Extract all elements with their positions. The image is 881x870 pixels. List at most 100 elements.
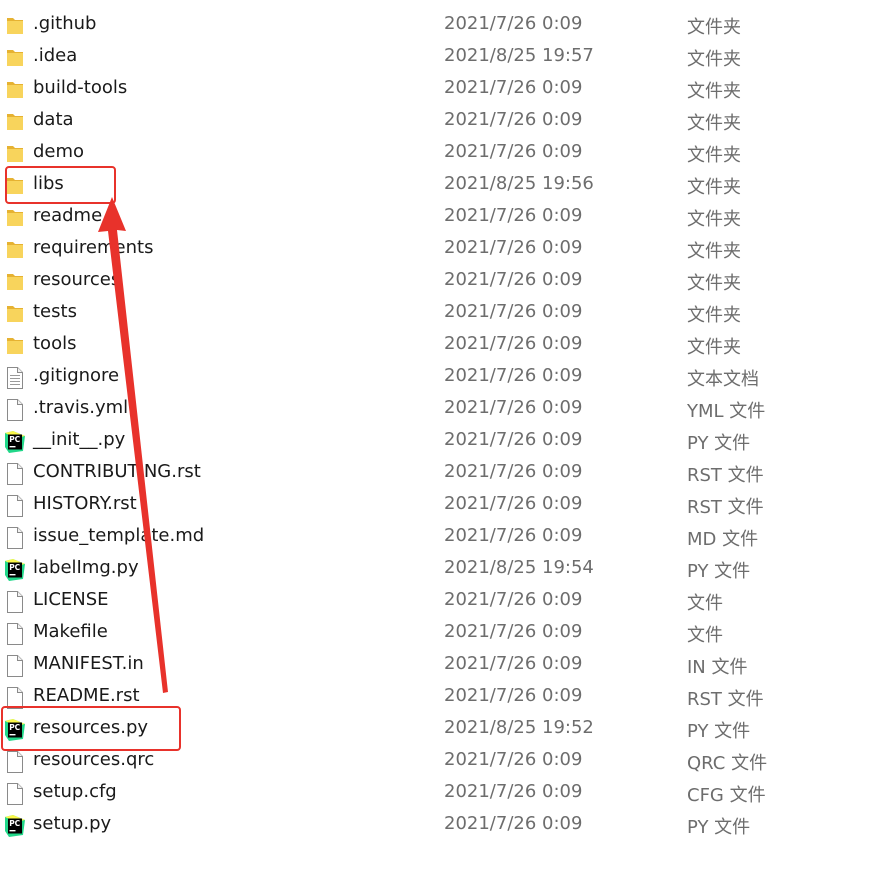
file-row-init-py[interactable]: PC __init__.py 2021/7/26 0:09 PY 文件 [0, 425, 881, 457]
file-name: demo [33, 141, 85, 162]
file-icon [5, 783, 25, 805]
file-row-manifest-in[interactable]: MANIFEST.in 2021/7/26 0:09 IN 文件 [0, 649, 881, 681]
file-name: LICENSE [33, 589, 109, 610]
file-name: HISTORY.rst [33, 493, 137, 514]
file-row-build-tools[interactable]: build-tools 2021/7/26 0:09 文件夹 [0, 73, 881, 105]
file-type: PY 文件 [687, 817, 751, 838]
file-modified-date: 2021/7/26 0:09 [444, 493, 583, 514]
svg-text:PC: PC [9, 435, 20, 444]
file-row-makefile[interactable]: Makefile 2021/7/26 0:09 文件 [0, 617, 881, 649]
file-row-tools[interactable]: tools 2021/7/26 0:09 文件夹 [0, 329, 881, 361]
file-modified-date: 2021/7/26 0:09 [444, 429, 583, 450]
file-type: 文件夹 [687, 49, 741, 70]
file-type: 文件夹 [687, 113, 741, 134]
pycharm-file-icon: PC [5, 559, 25, 581]
file-row-readme[interactable]: readme 2021/7/26 0:09 文件夹 [0, 201, 881, 233]
folder-icon [5, 15, 25, 37]
file-name: resources.qrc [33, 749, 155, 770]
folder-icon [5, 303, 25, 325]
file-row-idea[interactable]: .idea 2021/8/25 19:57 文件夹 [0, 41, 881, 73]
folder-icon [5, 271, 25, 293]
pycharm-file-icon: PC [5, 815, 25, 837]
file-name: tools [33, 333, 77, 354]
file-type: PY 文件 [687, 721, 751, 742]
file-name: README.rst [33, 685, 140, 706]
file-row-history-rst[interactable]: HISTORY.rst 2021/7/26 0:09 RST 文件 [0, 489, 881, 521]
folder-icon [5, 79, 25, 101]
file-modified-date: 2021/7/26 0:09 [444, 141, 583, 162]
file-name: tests [33, 301, 77, 322]
file-modified-date: 2021/7/26 0:09 [444, 109, 583, 130]
file-name: setup.cfg [33, 781, 117, 802]
folder-icon [5, 47, 25, 69]
file-row-labelimg-py[interactable]: PC labelImg.py 2021/8/25 19:54 PY 文件 [0, 553, 881, 585]
file-modified-date: 2021/7/26 0:09 [444, 77, 583, 98]
file-modified-date: 2021/7/26 0:09 [444, 813, 583, 834]
file-type: 文件夹 [687, 177, 741, 198]
file-row-github[interactable]: .github 2021/7/26 0:09 文件夹 [0, 9, 881, 41]
file-name: setup.py [33, 813, 112, 834]
file-type: 文件夹 [687, 241, 741, 262]
file-modified-date: 2021/7/26 0:09 [444, 749, 583, 770]
file-row-resources-py[interactable]: PC resources.py 2021/8/25 19:52 PY 文件 [0, 713, 881, 745]
file-name: build-tools [33, 77, 128, 98]
file-name: CONTRIBUTING.rst [33, 461, 201, 482]
file-name: .gitignore [33, 365, 120, 386]
file-name: libs [33, 173, 64, 194]
file-name: .travis.yml [33, 397, 129, 418]
file-name: resources.py [33, 717, 149, 738]
file-name: readme [33, 205, 103, 226]
file-modified-date: 2021/7/26 0:09 [444, 397, 583, 418]
folder-icon [5, 335, 25, 357]
file-icon [5, 591, 25, 613]
file-row-setup-cfg[interactable]: setup.cfg 2021/7/26 0:09 CFG 文件 [0, 777, 881, 809]
file-type: 文件夹 [687, 81, 741, 102]
text-document-icon [5, 367, 25, 389]
file-row-demo[interactable]: demo 2021/7/26 0:09 文件夹 [0, 137, 881, 169]
folder-icon [5, 207, 25, 229]
file-modified-date: 2021/7/26 0:09 [444, 333, 583, 354]
file-row-gitignore[interactable]: .gitignore 2021/7/26 0:09 文本文档 [0, 361, 881, 393]
file-row-resources-qrc[interactable]: resources.qrc 2021/7/26 0:09 QRC 文件 [0, 745, 881, 777]
file-row-requirements[interactable]: requirements 2021/7/26 0:09 文件夹 [0, 233, 881, 265]
file-modified-date: 2021/7/26 0:09 [444, 461, 583, 482]
file-type: 文件夹 [687, 305, 741, 326]
file-type: PY 文件 [687, 433, 751, 454]
file-row-data[interactable]: data 2021/7/26 0:09 文件夹 [0, 105, 881, 137]
file-type: RST 文件 [687, 689, 764, 710]
svg-text:PC: PC [9, 563, 20, 572]
file-row-license[interactable]: LICENSE 2021/7/26 0:09 文件 [0, 585, 881, 617]
file-row-resources[interactable]: resources 2021/7/26 0:09 文件夹 [0, 265, 881, 297]
file-name: data [33, 109, 74, 130]
file-row-readme-rst[interactable]: README.rst 2021/7/26 0:09 RST 文件 [0, 681, 881, 713]
file-type: 文件夹 [687, 145, 741, 166]
file-type: 文本文档 [687, 369, 759, 390]
file-type: QRC 文件 [687, 753, 768, 774]
file-name: resources [33, 269, 121, 290]
file-name: labelImg.py [33, 557, 139, 578]
file-type: 文件夹 [687, 17, 741, 38]
file-row-setup-py[interactable]: PC setup.py 2021/7/26 0:09 PY 文件 [0, 809, 881, 841]
file-icon [5, 751, 25, 773]
file-row-libs[interactable]: libs 2021/8/25 19:56 文件夹 [0, 169, 881, 201]
file-row-travis-yml[interactable]: .travis.yml 2021/7/26 0:09 YML 文件 [0, 393, 881, 425]
file-modified-date: 2021/7/26 0:09 [444, 269, 583, 290]
svg-text:PC: PC [9, 819, 20, 828]
file-row-contributing-rst[interactable]: CONTRIBUTING.rst 2021/7/26 0:09 RST 文件 [0, 457, 881, 489]
svg-text:PC: PC [9, 723, 20, 732]
file-row-tests[interactable]: tests 2021/7/26 0:09 文件夹 [0, 297, 881, 329]
file-type: IN 文件 [687, 657, 748, 678]
file-name: requirements [33, 237, 154, 258]
file-modified-date: 2021/7/26 0:09 [444, 205, 583, 226]
file-name: .idea [33, 45, 78, 66]
file-name: .github [33, 13, 97, 34]
file-row-issue-template-md[interactable]: issue_template.md 2021/7/26 0:09 MD 文件 [0, 521, 881, 553]
file-type: 文件 [687, 593, 723, 614]
file-modified-date: 2021/7/26 0:09 [444, 685, 583, 706]
file-name: Makefile [33, 621, 108, 642]
pycharm-file-icon: PC [5, 719, 25, 741]
file-modified-date: 2021/7/26 0:09 [444, 301, 583, 322]
folder-icon [5, 143, 25, 165]
file-type: MD 文件 [687, 529, 759, 550]
file-modified-date: 2021/7/26 0:09 [444, 13, 583, 34]
